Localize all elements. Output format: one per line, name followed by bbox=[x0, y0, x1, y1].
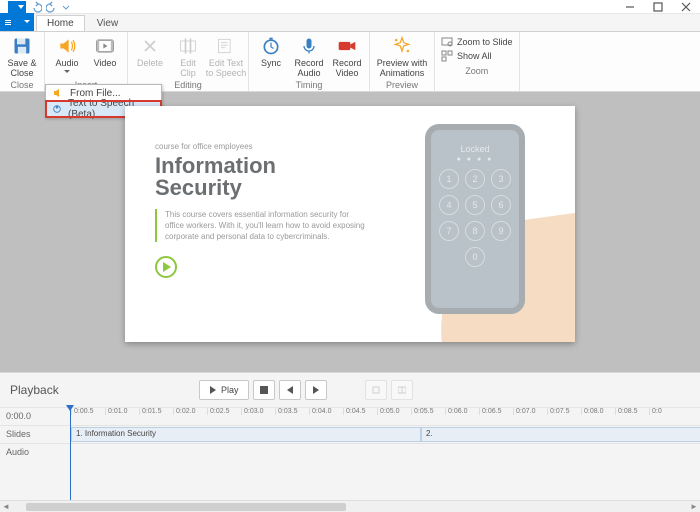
playhead[interactable] bbox=[70, 407, 71, 500]
delete-button[interactable]: Delete bbox=[132, 34, 168, 80]
audio-label: Audio bbox=[55, 58, 78, 68]
playback-controls: Play bbox=[199, 380, 413, 400]
mic-icon bbox=[299, 36, 319, 56]
audio-button[interactable]: Audio bbox=[49, 34, 85, 80]
group-close: Save & Close Close bbox=[0, 32, 45, 91]
record-audio-label: Record Audio bbox=[294, 58, 323, 78]
time-label: 0:00.0 bbox=[0, 408, 70, 425]
zoom-to-slide-button[interactable]: Zoom to Slide bbox=[441, 36, 513, 48]
show-all-button[interactable]: Show All bbox=[441, 50, 513, 62]
slide-canvas[interactable]: Locked ● ● ● ● 1234567890 course for off… bbox=[125, 106, 575, 342]
delete-icon bbox=[140, 36, 160, 56]
edit-clip-label: Edit Clip bbox=[180, 58, 196, 78]
save-close-label: Save & Close bbox=[7, 58, 36, 78]
playback-panel: Playback Play 0:00.0 0:00.50:01.00:01.50… bbox=[0, 372, 700, 512]
quick-access-toolbar bbox=[0, 0, 70, 13]
tts-icon bbox=[216, 36, 236, 56]
record-video-label: Record Video bbox=[332, 58, 361, 78]
ribbon: Save & Close Close Audio Video Insert De… bbox=[0, 32, 700, 92]
group-preview: Preview with Animations Preview bbox=[370, 32, 435, 91]
sync-label: Sync bbox=[261, 58, 281, 68]
save-icon bbox=[12, 36, 32, 56]
slide-play-icon bbox=[155, 256, 177, 278]
record-video-button[interactable]: Record Video bbox=[329, 34, 365, 80]
audio-row-label: Audio bbox=[0, 444, 70, 473]
slide-stage: Locked ● ● ● ● 1234567890 course for off… bbox=[0, 92, 700, 372]
timeline: 0:00.0 0:00.50:01.00:01.50:02.00:02.50:0… bbox=[0, 407, 700, 473]
extra-button-2[interactable] bbox=[391, 380, 413, 400]
audio-track[interactable] bbox=[70, 444, 700, 473]
group-zoom: Zoom to Slide Show All Zoom bbox=[435, 32, 520, 91]
titlebar bbox=[0, 0, 700, 14]
ribbon-tabs: Home View bbox=[0, 14, 700, 32]
slides-row-label: Slides bbox=[0, 426, 70, 443]
video-button[interactable]: Video bbox=[87, 34, 123, 80]
edit-clip-icon bbox=[178, 36, 198, 56]
tts-dropdown-icon bbox=[52, 103, 62, 115]
slide-kicker: course for office employees bbox=[155, 142, 365, 151]
stop-button[interactable] bbox=[253, 380, 275, 400]
redo-icon[interactable] bbox=[46, 1, 58, 13]
window-controls bbox=[616, 0, 700, 14]
preview-label: Preview with Animations bbox=[377, 58, 428, 78]
group-timing-label: Timing bbox=[249, 80, 369, 91]
group-timing: Sync Record Audio Record Video Timing bbox=[249, 32, 370, 91]
timeline-scrollbar[interactable]: ◄► bbox=[0, 500, 700, 512]
tab-view[interactable]: View bbox=[87, 16, 129, 31]
group-close-label: Close bbox=[0, 80, 44, 91]
phone-keypad: 1234567890 bbox=[431, 169, 519, 267]
zoom-slide-icon bbox=[441, 36, 453, 48]
show-all-label: Show All bbox=[457, 51, 492, 61]
file-tab[interactable] bbox=[0, 13, 34, 31]
slide-title: InformationSecurity bbox=[155, 155, 365, 199]
playback-label: Playback bbox=[10, 383, 59, 397]
extra-button-1[interactable] bbox=[365, 380, 387, 400]
sync-icon bbox=[261, 36, 281, 56]
minimize-button[interactable] bbox=[616, 0, 644, 14]
edit-tts-button[interactable]: Edit Text to Speech bbox=[208, 34, 244, 80]
group-zoom-label: Zoom bbox=[435, 66, 519, 77]
phone-locked-label: Locked bbox=[431, 144, 519, 154]
chevron-down-icon bbox=[64, 70, 70, 74]
play-button[interactable]: Play bbox=[199, 380, 249, 400]
next-button[interactable] bbox=[305, 380, 327, 400]
chevron-down-icon bbox=[24, 19, 30, 25]
edit-clip-button[interactable]: Edit Clip bbox=[170, 34, 206, 80]
maximize-button[interactable] bbox=[644, 0, 672, 14]
audio-icon bbox=[57, 36, 77, 56]
video-label: Video bbox=[94, 58, 117, 68]
video-icon bbox=[95, 36, 115, 56]
app-menu-button[interactable] bbox=[8, 1, 26, 13]
phone-dots: ● ● ● ● bbox=[431, 156, 519, 163]
phone-illustration: Locked ● ● ● ● 1234567890 bbox=[425, 124, 525, 314]
group-insert: Audio Video Insert bbox=[45, 32, 128, 91]
file-audio-icon bbox=[52, 87, 64, 99]
file-tab-icon bbox=[4, 18, 12, 26]
group-preview-label: Preview bbox=[370, 80, 434, 91]
from-file-label: From File... bbox=[70, 88, 121, 99]
save-close-button[interactable]: Save & Close bbox=[4, 34, 40, 80]
slide-block-2[interactable]: 2. bbox=[421, 427, 700, 442]
zoom-slide-label: Zoom to Slide bbox=[457, 37, 513, 47]
sparkle-icon bbox=[392, 36, 412, 56]
preview-animations-button[interactable]: Preview with Animations bbox=[374, 34, 430, 80]
slide-description: This course covers essential information… bbox=[155, 209, 365, 242]
sync-button[interactable]: Sync bbox=[253, 34, 289, 80]
group-editing: Delete Edit Clip Edit Text to Speech Edi… bbox=[128, 32, 249, 91]
tab-home[interactable]: Home bbox=[36, 15, 85, 31]
edit-tts-label: Edit Text to Speech bbox=[206, 58, 247, 78]
show-all-icon bbox=[441, 50, 453, 62]
qat-customize-icon[interactable] bbox=[62, 3, 70, 11]
camera-icon bbox=[337, 36, 357, 56]
slide-block-1[interactable]: 1. Information Security bbox=[71, 427, 421, 442]
prev-button[interactable] bbox=[279, 380, 301, 400]
delete-label: Delete bbox=[137, 58, 163, 68]
undo-icon[interactable] bbox=[30, 1, 42, 13]
close-button[interactable] bbox=[672, 0, 700, 14]
time-ruler[interactable]: 0:00.50:01.00:01.50:02.00:02.50:03.00:03… bbox=[71, 408, 700, 415]
record-audio-button[interactable]: Record Audio bbox=[291, 34, 327, 80]
